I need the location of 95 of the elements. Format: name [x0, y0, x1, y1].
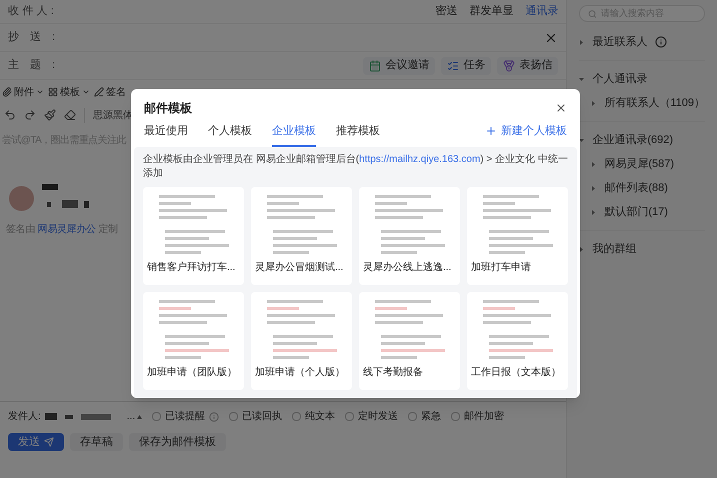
admin-link[interactable]: https://mailhz.qiye.163.com [359, 154, 480, 165]
template-name: 灵犀办公线上逃逸... [363, 261, 452, 275]
pen-icon [94, 87, 104, 97]
tree-label: 我的群组 [592, 242, 636, 257]
template-card[interactable]: 销售客户拜访打车... [143, 187, 244, 285]
tree-label: 默认部门(17) [604, 204, 668, 220]
checkbox-option[interactable]: 定时发送 [345, 409, 398, 424]
caret-icon [36, 88, 44, 96]
toolbar-button[interactable]: 附件 [2, 84, 44, 100]
tree-item[interactable]: 我的群组 [579, 237, 705, 261]
field-label: 收件人: [8, 4, 58, 20]
link[interactable]: 密送 [435, 3, 458, 20]
redo-icon[interactable] [24, 109, 36, 121]
tab[interactable]: 个人模板 [208, 122, 252, 147]
tree-label: 网易灵犀(587) [604, 156, 674, 172]
send-icon [44, 437, 54, 447]
template-card[interactable]: 工作日报（文本版） [467, 292, 568, 390]
checkbox-label: 已读提醒 [165, 410, 206, 424]
template-name: 线下考勤报备 [363, 366, 424, 380]
checkbox-option[interactable]: 纯文本 [292, 409, 336, 424]
field-label: 发件人: [8, 410, 41, 424]
tab[interactable]: 推荐模板 [336, 122, 380, 147]
medal-icon [503, 60, 516, 72]
field-label: 主题: [8, 58, 66, 74]
template-card[interactable]: 加班申请（团队版） [143, 292, 244, 390]
sender-suffix: ... [126, 410, 136, 424]
checkbox-label: 已读回执 [242, 410, 282, 424]
subject-action-button[interactable]: 会议邀请 [363, 56, 436, 74]
format-painter-icon[interactable] [44, 109, 56, 121]
tree-label: 最近联系人 [592, 34, 648, 50]
template-name: 工作日报（文本版） [471, 366, 562, 380]
undo-icon[interactable] [4, 109, 16, 121]
checklist-icon [447, 60, 460, 72]
tab[interactable]: 最近使用 [144, 122, 188, 147]
toolbar-button[interactable]: 签名 [94, 84, 126, 100]
template-card[interactable]: 加班申请（个人版） [251, 292, 352, 390]
subject-action-button[interactable]: 任务 [441, 56, 492, 74]
tree-item[interactable]: 网易灵犀(587) [579, 152, 705, 176]
template-name: 加班申请（团队版） [147, 366, 238, 380]
template-card[interactable]: 灵犀办公冒烟测试... [251, 187, 352, 285]
footer-button[interactable]: 保存为邮件模板 [129, 433, 226, 451]
checkbox-label: 紧急 [421, 410, 442, 424]
tree-item[interactable]: 邮件列表(88) [579, 176, 705, 200]
template-name: 销售客户拜访打车... [147, 261, 236, 275]
new-template-button[interactable]: 新建个人模板 [485, 122, 567, 147]
template-card[interactable]: 加班打车申请 [467, 187, 568, 285]
checkbox[interactable] [229, 412, 238, 421]
search-icon [588, 8, 598, 18]
link[interactable]: 群发单显 [469, 3, 514, 20]
checkbox[interactable] [152, 412, 162, 421]
calendar-icon [369, 60, 382, 72]
template-name: 加班申请（个人版） [255, 366, 346, 380]
info-icon [655, 36, 668, 48]
tree-label: 个人通讯录 [592, 72, 648, 87]
checkbox[interactable] [451, 412, 460, 421]
signature-link[interactable]: 网易灵犀办公 [38, 224, 96, 235]
checkbox-option[interactable]: 紧急 [408, 409, 442, 424]
template-icon [48, 87, 58, 97]
field-label: 抄送: [8, 30, 66, 46]
tree-label: 所有联系人（1109） [604, 96, 705, 111]
tree-label: 邮件列表(88) [604, 180, 668, 196]
link[interactable]: 通讯录 [525, 3, 558, 20]
template-name: 加班打车申请 [471, 261, 532, 275]
eraser-icon[interactable] [64, 109, 76, 121]
close-icon[interactable] [555, 102, 567, 114]
info-icon [209, 412, 220, 422]
tree-item[interactable]: 所有联系人（1109） [579, 91, 705, 115]
tree-item[interactable]: 最近联系人 [579, 30, 705, 54]
checkbox-label: 定时发送 [358, 410, 398, 424]
checkbox-option[interactable]: 邮件加密 [451, 409, 504, 424]
checkbox[interactable] [345, 412, 354, 421]
tree-label: 企业通讯录(692) [592, 132, 674, 148]
send-button[interactable]: 发送 [8, 433, 64, 451]
checkbox[interactable] [408, 412, 418, 421]
template-name: 灵犀办公冒烟测试... [255, 261, 344, 275]
template-card[interactable]: 线下考勤报备 [359, 292, 460, 390]
subject-action-button[interactable]: 表扬信 [497, 56, 558, 74]
dialog-title: 邮件模板 [144, 100, 192, 117]
paperclip-icon [2, 87, 12, 97]
tree-item[interactable]: 个人通讯录 [579, 67, 705, 91]
caret-icon [82, 88, 90, 96]
avatar [9, 186, 34, 211]
plus-icon [485, 124, 497, 137]
notice-text: 企业模板由企业管理员在 网易企业邮箱管理后台(https://mailhz.qiye.163.com) > 企业文化 中统一添加 [143, 153, 568, 181]
checkbox-option[interactable]: 已读回执 [229, 409, 282, 424]
caret-up-icon[interactable] [137, 414, 142, 418]
tree-item[interactable]: 企业通讯录(692) [579, 128, 705, 152]
tree-item[interactable]: 默认部门(17) [579, 200, 705, 224]
checkbox-option[interactable]: 已读提醒 [152, 409, 220, 424]
footer-button[interactable]: 存草稿 [70, 433, 123, 451]
checkbox[interactable] [292, 412, 302, 421]
toolbar-button[interactable]: 模板 [48, 84, 90, 100]
template-card[interactable]: 灵犀办公线上逃逸... [359, 187, 460, 285]
checkbox-label: 邮件加密 [464, 410, 504, 424]
checkbox-label: 纯文本 [305, 410, 336, 424]
